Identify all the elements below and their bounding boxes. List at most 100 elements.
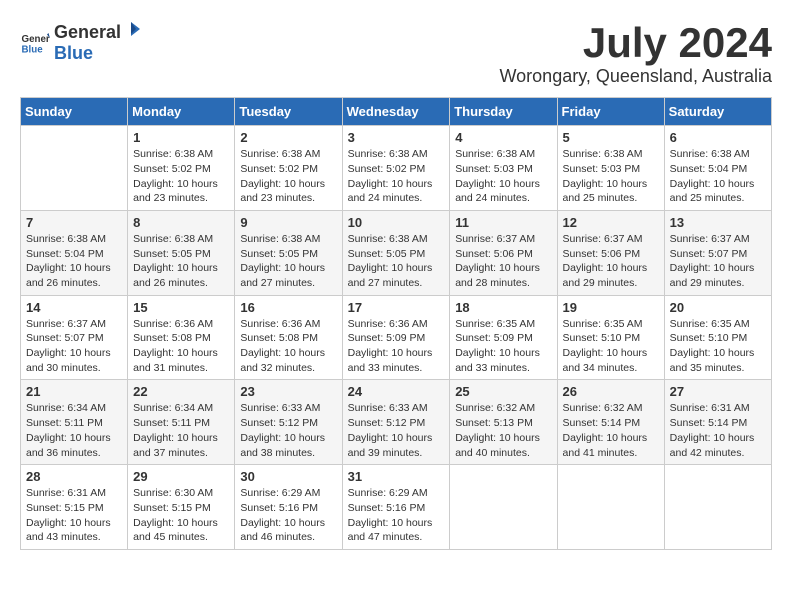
calendar-cell: 28 Sunrise: 6:31 AM Sunset: 5:15 PM Dayli… [21,465,128,550]
day-info: Sunrise: 6:35 AM Sunset: 5:09 PM Dayligh… [455,317,551,376]
calendar-cell: 12Sunrise: 6:37 AM Sunset: 5:06 PM Dayli… [557,210,664,295]
calendar-header-sunday: Sunday [21,98,128,126]
day-number: 15 [133,300,229,315]
day-info: Sunrise: 6:38 AM Sunset: 5:02 PM Dayligh… [348,147,445,206]
day-info: Sunrise: 6:29 AM Sunset: 5:16 PM Dayligh… [240,486,336,545]
calendar-cell: 21 Sunrise: 6:34 AM Sunset: 5:11 PM Dayli… [21,380,128,465]
calendar-header-saturday: Saturday [664,98,771,126]
day-number: 11 [455,215,551,230]
calendar-cell: 6 Sunrise: 6:38 AM Sunset: 5:04 PM Daylig… [664,126,771,211]
day-info: Sunrise: 6:37 AM Sunset: 5:07 PM Dayligh… [670,232,766,291]
day-info: Sunrise: 6:38 AM Sunset: 5:05 PM Dayligh… [348,232,445,291]
day-number: 14 [26,300,122,315]
day-info: Sunrise: 6:34 AM Sunset: 5:11 PM Dayligh… [133,401,229,460]
day-number: 5 [563,130,659,145]
calendar-cell: 5 Sunrise: 6:38 AM Sunset: 5:03 PM Daylig… [557,126,664,211]
day-number: 28 [26,469,122,484]
day-info: Sunrise: 6:38 AM Sunset: 5:02 PM Dayligh… [133,147,229,206]
day-number: 12 [563,215,659,230]
day-number: 30 [240,469,336,484]
calendar-cell: 3 Sunrise: 6:38 AM Sunset: 5:02 PM Daylig… [342,126,450,211]
day-info: Sunrise: 6:35 AM Sunset: 5:10 PM Dayligh… [563,317,659,376]
calendar-week-4: 21 Sunrise: 6:34 AM Sunset: 5:11 PM Dayli… [21,380,772,465]
day-number: 1 [133,130,229,145]
day-number: 29 [133,469,229,484]
calendar-cell: 11Sunrise: 6:37 AM Sunset: 5:06 PM Dayli… [450,210,557,295]
calendar-cell: 7 Sunrise: 6:38 AM Sunset: 5:04 PM Daylig… [21,210,128,295]
day-info: Sunrise: 6:35 AM Sunset: 5:10 PM Dayligh… [670,317,766,376]
calendar-cell: 13 Sunrise: 6:37 AM Sunset: 5:07 PM Dayli… [664,210,771,295]
day-number: 24 [348,384,445,399]
calendar-cell: 17 Sunrise: 6:36 AM Sunset: 5:09 PM Dayli… [342,295,450,380]
day-info: Sunrise: 6:36 AM Sunset: 5:08 PM Dayligh… [133,317,229,376]
calendar-week-1: 1 Sunrise: 6:38 AM Sunset: 5:02 PM Daylig… [21,126,772,211]
day-number: 31 [348,469,445,484]
calendar-cell: 16Sunrise: 6:36 AM Sunset: 5:08 PM Dayli… [235,295,342,380]
calendar-cell: 23 Sunrise: 6:33 AM Sunset: 5:12 PM Dayli… [235,380,342,465]
day-info: Sunrise: 6:38 AM Sunset: 5:03 PM Dayligh… [455,147,551,206]
svg-text:General: General [22,34,51,45]
calendar-cell [557,465,664,550]
day-number: 27 [670,384,766,399]
calendar-cell: 14Sunrise: 6:37 AM Sunset: 5:07 PM Dayli… [21,295,128,380]
logo-blue-text: Blue [54,43,93,63]
day-number: 13 [670,215,766,230]
day-number: 4 [455,130,551,145]
day-info: Sunrise: 6:29 AM Sunset: 5:16 PM Dayligh… [348,486,445,545]
calendar-cell: 24Sunrise: 6:33 AM Sunset: 5:12 PM Dayli… [342,380,450,465]
main-title: July 2024 [500,20,773,66]
subtitle: Worongary, Queensland, Australia [500,66,773,87]
day-number: 23 [240,384,336,399]
day-info: Sunrise: 6:38 AM Sunset: 5:04 PM Dayligh… [26,232,122,291]
calendar-header-row: SundayMondayTuesdayWednesdayThursdayFrid… [21,98,772,126]
day-number: 26 [563,384,659,399]
day-info: Sunrise: 6:38 AM Sunset: 5:05 PM Dayligh… [133,232,229,291]
day-info: Sunrise: 6:33 AM Sunset: 5:12 PM Dayligh… [240,401,336,460]
calendar-cell: 31 Sunrise: 6:29 AM Sunset: 5:16 PM Dayli… [342,465,450,550]
day-number: 9 [240,215,336,230]
day-number: 17 [348,300,445,315]
day-info: Sunrise: 6:38 AM Sunset: 5:03 PM Dayligh… [563,147,659,206]
day-info: Sunrise: 6:38 AM Sunset: 5:02 PM Dayligh… [240,147,336,206]
day-number: 8 [133,215,229,230]
day-number: 2 [240,130,336,145]
day-number: 21 [26,384,122,399]
day-info: Sunrise: 6:34 AM Sunset: 5:11 PM Dayligh… [26,401,122,460]
calendar-cell: 10Sunrise: 6:38 AM Sunset: 5:05 PM Dayli… [342,210,450,295]
day-number: 16 [240,300,336,315]
day-info: Sunrise: 6:31 AM Sunset: 5:15 PM Dayligh… [26,486,122,545]
title-section: July 2024 Worongary, Queensland, Austral… [500,20,773,87]
day-number: 25 [455,384,551,399]
logo-icon: General Blue [20,27,50,57]
calendar-cell: 8 Sunrise: 6:38 AM Sunset: 5:05 PM Daylig… [128,210,235,295]
day-info: Sunrise: 6:32 AM Sunset: 5:14 PM Dayligh… [563,401,659,460]
calendar-table: SundayMondayTuesdayWednesdayThursdayFrid… [20,97,772,550]
calendar-cell: 2 Sunrise: 6:38 AM Sunset: 5:02 PM Daylig… [235,126,342,211]
day-info: Sunrise: 6:31 AM Sunset: 5:14 PM Dayligh… [670,401,766,460]
calendar-week-2: 7 Sunrise: 6:38 AM Sunset: 5:04 PM Daylig… [21,210,772,295]
svg-text:Blue: Blue [22,45,44,56]
logo: General Blue General Blue [20,20,141,64]
calendar-cell: 4 Sunrise: 6:38 AM Sunset: 5:03 PM Daylig… [450,126,557,211]
day-number: 7 [26,215,122,230]
header: General Blue General Blue July 2024 Woro… [20,20,772,87]
calendar-cell [21,126,128,211]
calendar-cell: 1 Sunrise: 6:38 AM Sunset: 5:02 PM Daylig… [128,126,235,211]
day-number: 20 [670,300,766,315]
calendar-cell: 20 Sunrise: 6:35 AM Sunset: 5:10 PM Dayli… [664,295,771,380]
day-number: 3 [348,130,445,145]
calendar-cell: 19Sunrise: 6:35 AM Sunset: 5:10 PM Dayli… [557,295,664,380]
day-number: 6 [670,130,766,145]
day-info: Sunrise: 6:38 AM Sunset: 5:04 PM Dayligh… [670,147,766,206]
day-info: Sunrise: 6:30 AM Sunset: 5:15 PM Dayligh… [133,486,229,545]
calendar-cell: 9Sunrise: 6:38 AM Sunset: 5:05 PM Daylig… [235,210,342,295]
calendar-header-thursday: Thursday [450,98,557,126]
day-info: Sunrise: 6:36 AM Sunset: 5:09 PM Dayligh… [348,317,445,376]
calendar-week-5: 28 Sunrise: 6:31 AM Sunset: 5:15 PM Dayli… [21,465,772,550]
calendar-header-wednesday: Wednesday [342,98,450,126]
day-number: 18 [455,300,551,315]
calendar-cell [664,465,771,550]
logo-flag-icon [122,20,140,38]
calendar-cell: 26 Sunrise: 6:32 AM Sunset: 5:14 PM Dayli… [557,380,664,465]
day-number: 22 [133,384,229,399]
